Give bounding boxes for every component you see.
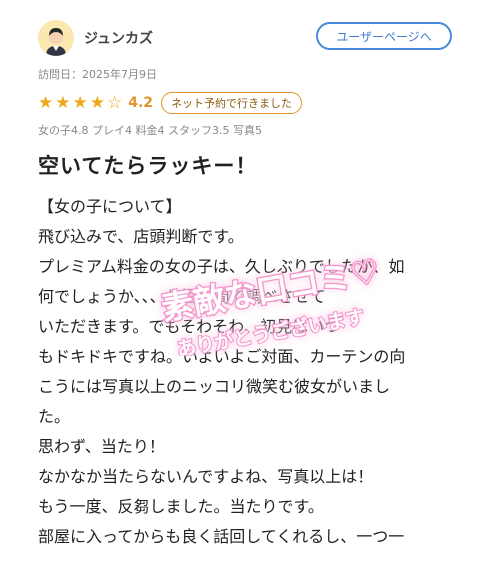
star-full-icon: ★ (72, 92, 88, 113)
reservation-badge: ネット予約で行きました (161, 92, 303, 114)
visit-date: 訪問日：2025年7月9日 (38, 68, 157, 81)
user-page-button[interactable]: ユーザーページへ (316, 22, 452, 50)
username[interactable]: ジュンカズ (84, 28, 153, 48)
star-full-icon: ★ (38, 92, 54, 113)
review-header: ジュンカズ ユーザーページへ (38, 18, 458, 58)
sub-ratings: 女の子4.8 プレイ4 料金4 スタッフ3.5 写真5 (38, 124, 262, 137)
rating-row: ★ ★ ★ ★ ☆ 4.2 ネット予約で行きました (38, 92, 303, 114)
user-avatar-icon[interactable] (38, 20, 74, 56)
star-full-icon: ★ (55, 92, 71, 113)
review-title: 空いてたらラッキー！ (38, 154, 258, 178)
review-body: 【女の子について】 飛び込みで、店頭判断です。 プレミアム料金の女の子は、久しぶ… (38, 197, 406, 546)
star-empty-icon: ☆ (107, 92, 123, 113)
rating-score: 4.2 (128, 95, 154, 111)
star-full-icon: ★ (89, 92, 105, 113)
